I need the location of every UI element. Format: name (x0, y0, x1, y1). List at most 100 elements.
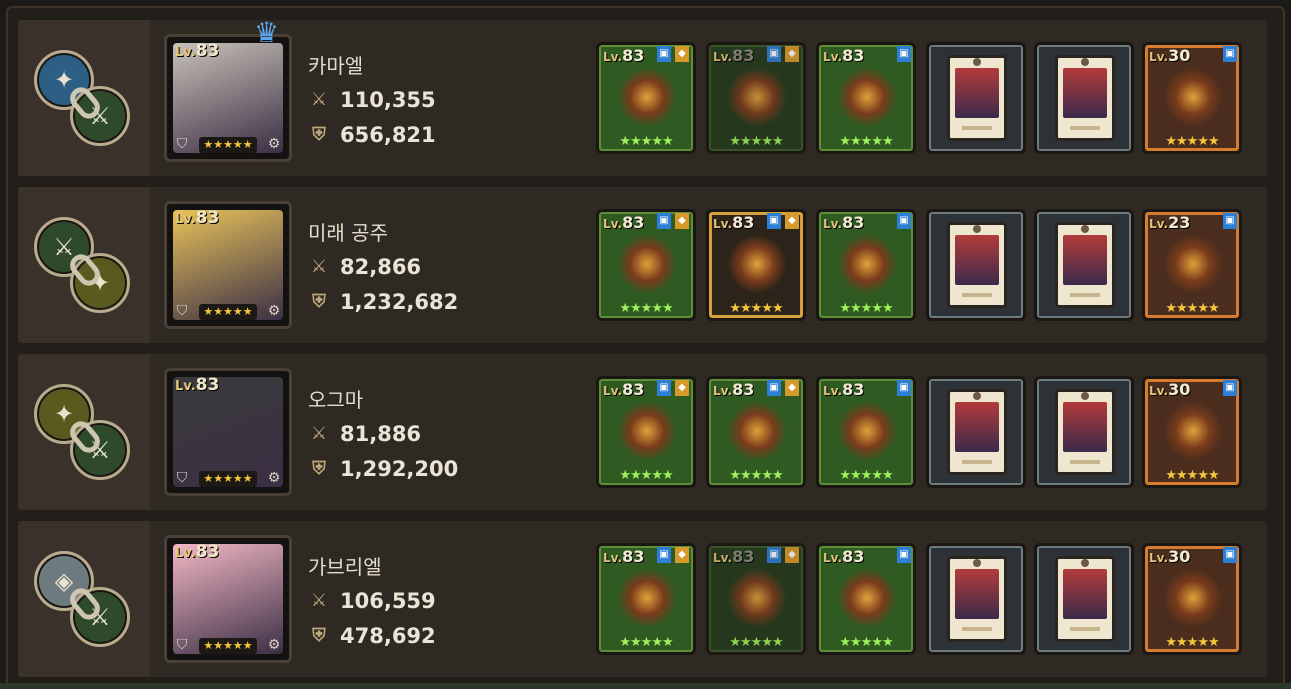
equipment-slot-accessory[interactable]: Lv.83 ★★★★★ ▣ (816, 42, 916, 154)
equipment-slot-card[interactable] (926, 543, 1026, 655)
equipment-slot-relic[interactable]: Lv.30 ★★★★★ ▣ (1142, 543, 1242, 655)
weapon-icon (617, 234, 677, 294)
weapon-icon (617, 568, 677, 628)
equipment-level: Lv.83 (713, 547, 755, 566)
shield-icon: ⛨ (312, 124, 326, 145)
hero-portrait[interactable]: Lv.83 ★★★★★ ⛉ ⚙ (164, 201, 292, 329)
equipment-slot-card[interactable] (1034, 543, 1134, 655)
hero-name: 카마엘 (308, 54, 364, 78)
defense-stat: ⛨ 1,232,682 (308, 290, 458, 314)
hero-name: 미래 공주 (308, 221, 388, 245)
card-pin (1081, 58, 1089, 66)
rune-badge-icon: ◆ (675, 380, 689, 396)
chain-skill-area: ✦ ⚔ (18, 354, 150, 510)
card-image (1063, 235, 1107, 285)
defense-stat: ⛨ 478,692 (308, 624, 435, 648)
element-icon: ⚙ (267, 637, 281, 653)
equipment-level: Lv.83 (603, 547, 645, 566)
card-art (947, 55, 1007, 141)
hero-stars: ★★★★★ (199, 471, 257, 487)
option-badge-icon: ▣ (1223, 46, 1237, 62)
relic-icon (1163, 67, 1223, 127)
hero-level: Lv.83 (175, 542, 220, 562)
equipment-level: Lv.83 (603, 380, 645, 399)
card-pin (1081, 392, 1089, 400)
shield-icon: ⛨ (312, 291, 326, 312)
card-art (947, 222, 1007, 308)
equipment-slot-weapon[interactable]: Lv.83 ★★★★★ ▣ ◆ (706, 543, 806, 655)
chain-skill-area: ◈ ⚔ (18, 521, 150, 677)
hero-portrait[interactable]: Lv.83 ★★★★★ ⛉ ⚙ (164, 34, 292, 162)
leader-crown-icon: ♛ (254, 16, 280, 49)
option-badge-icon: ▣ (767, 46, 781, 62)
option-badge-icon: ▣ (897, 46, 911, 62)
relic-icon (1163, 234, 1223, 294)
equipment-level: Lv.83 (823, 547, 865, 566)
attack-stat: ⚔ 81,886 (308, 422, 421, 446)
shield-icon: ⛨ (312, 625, 326, 646)
hero-stars: ★★★★★ (199, 137, 257, 153)
equipment-level: Lv.83 (603, 213, 645, 232)
equipment-slot-shield[interactable]: Lv.83 ★★★★★ ▣ ◆ (706, 376, 806, 488)
equipment-slot-relic[interactable]: Lv.30 ★★★★★ ▣ (1142, 376, 1242, 488)
hero-level: Lv.83 (175, 375, 220, 395)
equipment-level: Lv.83 (823, 213, 865, 232)
element-icon: ⚙ (267, 470, 281, 486)
card-image (955, 569, 999, 619)
rune-badge-icon: ◆ (785, 547, 799, 563)
equipment-slot-card[interactable] (926, 209, 1026, 321)
equipment-stars: ★★★★★ (729, 301, 783, 316)
equipment-slot-accessory[interactable]: Lv.83 ★★★★★ ▣ (816, 209, 916, 321)
card-art (1055, 389, 1115, 475)
equipment-slot-card[interactable] (926, 42, 1026, 154)
equipment-slot-weapon[interactable]: Lv.83 ★★★★★ ▣ ◆ (596, 376, 696, 488)
equipment-slot-weapon[interactable]: Lv.83 ★★★★★ ▣ ◆ (596, 543, 696, 655)
chain-skill-area: ⚔ ✦ (18, 187, 150, 343)
equipment-stars: ★★★★★ (619, 134, 673, 149)
card-image (1063, 402, 1107, 452)
hero-row[interactable]: ◈ ⚔ Lv.83 ★★★★★ ⛉ ⚙ 가브리엘 ⚔ 106,559 ⛨ 478,692… (18, 521, 1267, 677)
equipment-stars: ★★★★★ (729, 635, 783, 650)
option-badge-icon: ▣ (1223, 547, 1237, 563)
defense-stat: ⛨ 656,821 (308, 123, 435, 147)
card-image (955, 68, 999, 118)
equipment-slot-relic[interactable]: Lv.30 ★★★★★ ▣ (1142, 42, 1242, 154)
rune-badge-icon: ◆ (785, 46, 799, 62)
class-icon: ⛉ (176, 303, 188, 319)
equipment-stars: ★★★★★ (839, 635, 893, 650)
equipment-level: Lv.83 (823, 46, 865, 65)
weapon-icon (727, 67, 787, 127)
equipment-slot-card[interactable] (1034, 209, 1134, 321)
equipment-stars: ★★★★★ (839, 134, 893, 149)
accessory-icon (837, 401, 897, 461)
hero-name: 가브리엘 (308, 555, 382, 579)
hero-portrait[interactable]: Lv.83 ★★★★★ ⛉ ⚙ (164, 535, 292, 663)
equipment-slot-weapon[interactable]: Lv.83 ★★★★★ ▣ ◆ (706, 42, 806, 154)
equipment-slot-weapon[interactable]: Lv.83 ★★★★★ ▣ ◆ (596, 209, 696, 321)
hero-level: Lv.83 (175, 208, 220, 228)
equipment-slot-accessory[interactable]: Lv.83 ★★★★★ ▣ (816, 376, 916, 488)
card-image (1063, 68, 1107, 118)
equipment-slot-card[interactable] (1034, 42, 1134, 154)
equipment-slot-card[interactable] (926, 376, 1026, 488)
hero-row[interactable]: ✦ ⚔ Lv.83 ★★★★★ ⛉ ⚙ 오그마 ⚔ 81,886 ⛨ 1,292,200… (18, 354, 1267, 510)
equipment-slot-relic[interactable]: Lv.23 ★★★★★ ▣ (1142, 209, 1242, 321)
equipment-slot-accessory[interactable]: Lv.83 ★★★★★ ▣ (816, 543, 916, 655)
equipment-slot-card[interactable] (1034, 376, 1134, 488)
equipment-level: Lv.30 (1149, 46, 1191, 65)
equipment-slot-weapon[interactable]: Lv.83 ★★★★★ ▣ ◆ (596, 42, 696, 154)
hero-row[interactable]: ⚔ ✦ Lv.83 ★★★★★ ⛉ ⚙ 미래 공주 ⚔ 82,866 ⛨ 1,232,6… (18, 187, 1267, 343)
equipment-stars: ★★★★★ (619, 468, 673, 483)
hero-row[interactable]: ✦ ⚔ Lv.83 ★★★★★ ⛉ ⚙ ♛ 카마엘 ⚔ 110,355 ⛨ 656,821… (18, 16, 1267, 176)
hero-portrait[interactable]: Lv.83 ★★★★★ ⛉ ⚙ (164, 368, 292, 496)
equipment-stars: ★★★★★ (1165, 468, 1219, 483)
swords-icon: ⚔ (310, 256, 328, 277)
equipment-slot-shield[interactable]: Lv.83 ★★★★★ ▣ ◆ (706, 209, 806, 321)
option-badge-icon: ▣ (897, 380, 911, 396)
card-caption-line (1070, 126, 1100, 130)
card-art (947, 389, 1007, 475)
card-pin (973, 559, 981, 567)
relic-icon (1163, 568, 1223, 628)
equipment-level: Lv.83 (713, 46, 755, 65)
equipment-stars: ★★★★★ (729, 468, 783, 483)
